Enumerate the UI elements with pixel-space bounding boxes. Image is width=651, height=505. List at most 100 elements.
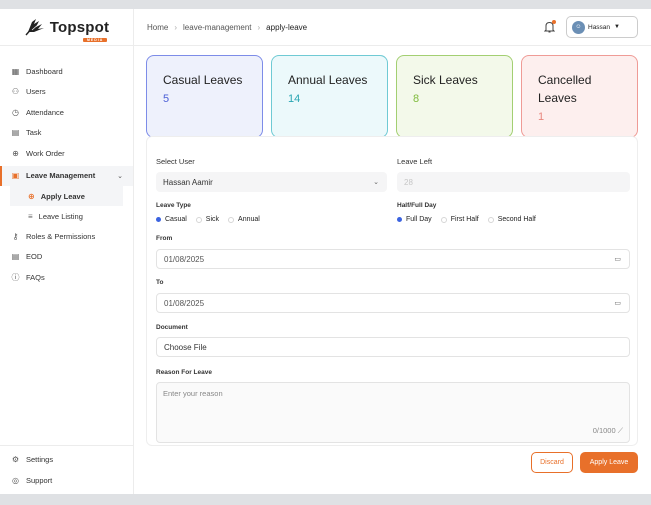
radio-second-half[interactable]: Second Half — [487, 216, 536, 223]
reason-char-counter: 0/1000 ⟋ — [592, 426, 623, 435]
sidebar-item-eod[interactable]: ▤ EOD — [0, 247, 133, 268]
radio-label: Annual — [238, 216, 260, 223]
gear-icon: ⚙ — [11, 455, 20, 464]
calendar-icon[interactable]: ▭ — [614, 299, 621, 307]
radio-first-half[interactable]: First Half — [440, 216, 479, 223]
radio-full-day[interactable]: Full Day — [397, 216, 432, 223]
brand-logo[interactable]: Topspot MEDIA — [0, 9, 133, 46]
globe-icon: ⊕ — [12, 148, 19, 158]
brand-name: Topspot MEDIA — [49, 18, 110, 42]
plus-circle-icon: ⊕ — [28, 191, 35, 201]
breadcrumb-section[interactable]: leave-management — [183, 23, 251, 32]
feather-logo-icon — [25, 19, 44, 36]
radio-dot — [228, 216, 235, 223]
discard-button[interactable]: Discard — [531, 452, 573, 473]
sidebar-item-work-order[interactable]: ⊕ Work Order — [0, 143, 133, 164]
card-sick-leaves: Sick Leaves 8 — [396, 55, 513, 138]
to-label: To — [156, 279, 164, 286]
users-icon: ⚇ — [11, 87, 20, 97]
select-user-label: Select User — [156, 157, 195, 166]
sidebar-item-label: Dashboard — [26, 66, 63, 76]
radio-dot — [156, 217, 161, 222]
leave-left-label: Leave Left — [397, 157, 433, 166]
chevron-right-icon: › — [174, 22, 178, 32]
half-full-day-label: Half/Full Day — [397, 202, 437, 209]
radio-sick[interactable]: Sick — [195, 216, 219, 223]
sidebar-item-faqs[interactable]: ⓘ FAQs — [0, 267, 133, 288]
sidebar-item-dashboard[interactable]: ▦ Dashboard — [0, 61, 133, 82]
radio-dot — [487, 216, 494, 223]
caret-down-icon: ▼ — [614, 24, 620, 30]
sidebar-item-label: Attendance — [26, 107, 64, 117]
select-user-dropdown[interactable]: Hassan Aamir ⌄ — [156, 172, 387, 192]
sidebar-item-support[interactable]: ◎ Support — [0, 470, 133, 491]
sidebar-item-label: Task — [26, 128, 42, 138]
radio-label: Casual — [165, 216, 187, 223]
sidebar-item-settings[interactable]: ⚙ Settings — [0, 449, 133, 470]
calendar-icon[interactable]: ▭ — [614, 255, 621, 263]
leave-left-value: 28 — [404, 177, 413, 187]
card-casual-leaves: Casual Leaves 5 — [146, 55, 263, 138]
half-full-day-radio-group: Full Day First Half Second Half — [397, 216, 539, 223]
clipboard-icon: ▤ — [11, 252, 20, 262]
radio-dot — [397, 217, 402, 222]
leave-summary-cards: Casual Leaves 5 Annual Leaves 14 Sick Le… — [146, 55, 638, 138]
chevron-down-icon: ⌄ — [117, 172, 123, 180]
sidebar-bottom: ⚙ Settings ◎ Support — [0, 445, 133, 494]
sidebar-item-task[interactable]: ▤ Task — [0, 123, 133, 144]
reason-textarea[interactable]: Enter your reason 0/1000 ⟋ — [156, 382, 630, 443]
leave-type-radio-group: Casual Sick Annual — [156, 216, 263, 223]
apply-leave-button[interactable]: Apply Leave — [580, 452, 638, 473]
card-value: 8 — [413, 93, 420, 105]
card-title: Cancelled Leaves — [538, 73, 592, 105]
sidebar-item-roles-permissions[interactable]: ⚷ Roles & Permissions — [0, 226, 133, 247]
top-header: Home › leave-management › apply-leave ☺ … — [134, 9, 651, 46]
notification-bell-icon[interactable] — [543, 20, 556, 36]
sidebar-item-attendance[interactable]: ◷ Attendance — [0, 102, 133, 123]
sidebar: Topspot MEDIA ▦ Dashboard ⚇ Users ◷ Atte… — [0, 9, 134, 494]
card-value: 1 — [538, 111, 545, 123]
support-icon: ◎ — [12, 476, 19, 485]
sidebar-item-leave-management[interactable]: ▣ Leave Management ⌄ — [0, 165, 133, 186]
select-user-value: Hassan Aamir — [163, 177, 213, 187]
sidebar-item-label: Apply Leave — [40, 191, 85, 201]
document-label: Document — [156, 324, 188, 331]
card-cancelled-leaves: Cancelled Leaves 1 — [521, 55, 638, 138]
user-menu-button[interactable]: ☺ Hassan ▼ — [566, 16, 638, 38]
radio-dot — [440, 216, 447, 223]
to-date-input[interactable]: 01/08/2025 ▭ — [156, 293, 630, 313]
sidebar-item-label: EOD — [26, 252, 43, 262]
notification-dot — [552, 20, 556, 24]
sidebar-item-label: FAQs — [26, 272, 45, 282]
radio-label: First Half — [450, 216, 479, 223]
from-label: From — [156, 235, 173, 242]
chevron-right-icon: › — [257, 22, 261, 32]
sidebar-subitem-leave-listing[interactable]: ≡ Leave Listing — [10, 206, 123, 226]
apply-leave-form: Select User Hassan Aamir ⌄ Leave Left 28… — [146, 136, 638, 446]
reason-label: Reason For Leave — [156, 369, 212, 376]
sidebar-nav: ▦ Dashboard ⚇ Users ◷ Attendance ▤ Task … — [0, 46, 133, 288]
radio-casual[interactable]: Casual — [156, 216, 187, 223]
choose-file-button[interactable]: Choose File — [164, 343, 207, 352]
sidebar-item-label: Users — [26, 87, 46, 97]
user-name: Hassan — [588, 23, 611, 31]
from-date-input[interactable]: 01/08/2025 ▭ — [156, 249, 630, 269]
sidebar-item-label: Work Order — [26, 148, 65, 158]
help-icon: ⓘ — [11, 272, 20, 282]
from-date-value: 01/08/2025 — [164, 254, 205, 264]
card-title: Sick Leaves — [413, 73, 478, 87]
clock-icon: ◷ — [12, 107, 19, 117]
list-icon: ≡ — [28, 211, 33, 221]
breadcrumb: Home › leave-management › apply-leave — [147, 23, 307, 32]
card-value: 5 — [163, 93, 170, 105]
calendar-icon: ▣ — [11, 171, 20, 181]
to-date-value: 01/08/2025 — [164, 298, 205, 308]
document-file-input[interactable]: Choose File — [156, 337, 630, 357]
radio-label: Second Half — [497, 216, 536, 223]
sidebar-item-label: Settings — [26, 455, 54, 464]
sidebar-subitem-apply-leave[interactable]: ⊕ Apply Leave — [10, 186, 123, 206]
radio-annual[interactable]: Annual — [228, 216, 260, 223]
clipboard-icon: ▤ — [11, 128, 20, 138]
breadcrumb-home[interactable]: Home — [147, 23, 168, 32]
sidebar-item-users[interactable]: ⚇ Users — [0, 82, 133, 103]
